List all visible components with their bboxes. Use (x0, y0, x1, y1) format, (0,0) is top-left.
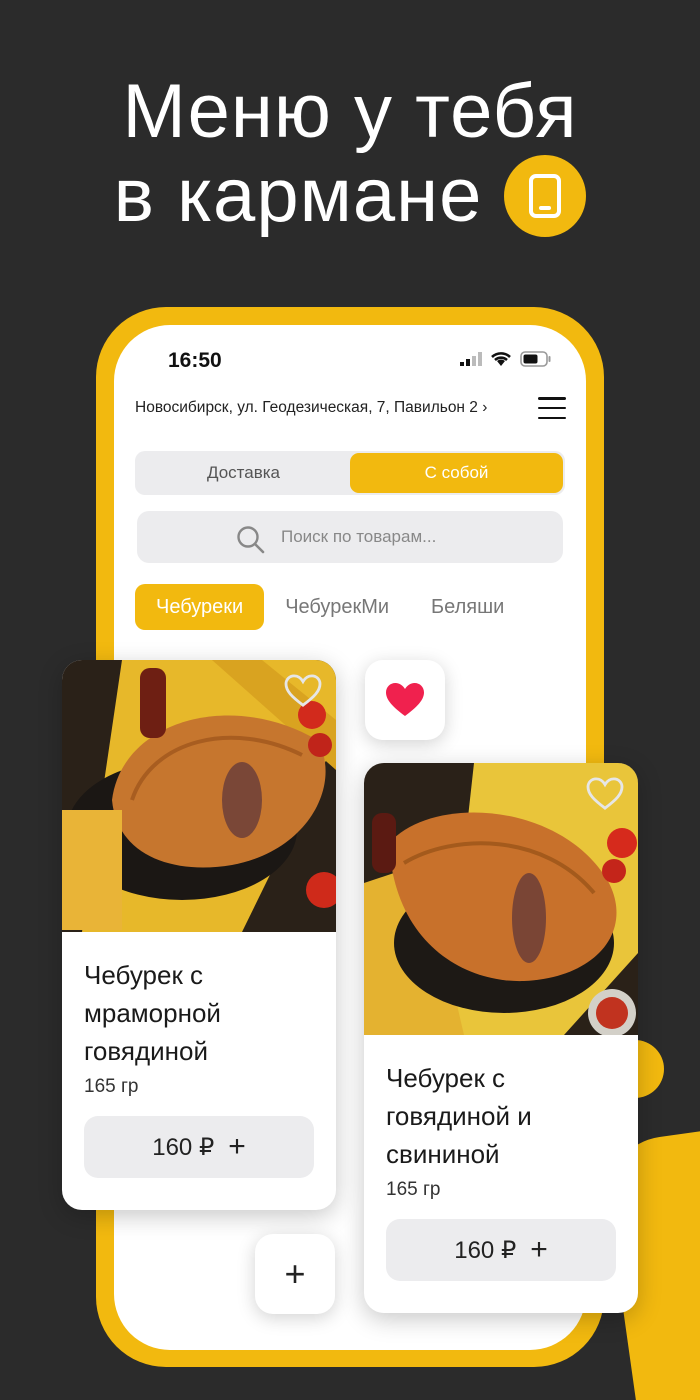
headline-line-2: в кармане (113, 153, 483, 238)
plus-icon: + (284, 1253, 306, 1294)
category-belyashi[interactable]: Беляши (410, 584, 525, 630)
product-photo (62, 660, 336, 932)
product-photo (364, 763, 638, 1035)
signal-icon (460, 352, 482, 366)
product-weight: 165 гр (84, 1076, 139, 1097)
headline-line-1: Меню у тебя (122, 69, 578, 154)
address-selector[interactable]: Новосибирск, ул. Геодезическая, 7, Павил… (135, 399, 487, 417)
search-icon (237, 526, 265, 554)
heart-outline-icon[interactable] (586, 777, 624, 811)
product-price: 160 ₽ (152, 1133, 215, 1161)
phone-icon (504, 155, 587, 237)
product-weight: 165 гр (386, 1179, 441, 1200)
tab-delivery[interactable]: Доставка (137, 453, 350, 493)
product-title: Чебурек с мраморной говядиной (84, 960, 221, 1066)
battery-icon (520, 351, 551, 367)
product-price: 160 ₽ (454, 1236, 517, 1264)
product-title: Чебурек с говядиной и свининой (386, 1063, 532, 1169)
add-to-cart-button[interactable]: 160 ₽ + (84, 1116, 314, 1178)
tab-pickup[interactable]: С собой (350, 453, 563, 493)
headline: Меню у тебя в кармане (0, 70, 700, 238)
add-to-cart-button[interactable]: 160 ₽ + (386, 1219, 616, 1281)
status-time: 16:50 (168, 349, 222, 372)
product-card[interactable]: Чебурек с мраморной говядиной 165 гр 160… (62, 660, 336, 1210)
add-button[interactable]: + (255, 1234, 335, 1314)
order-mode-switch: Доставка С собой (135, 451, 565, 495)
heart-icon (386, 683, 424, 716)
category-cheburekmi[interactable]: ЧебурекМи (264, 584, 410, 630)
category-chebureki[interactable]: Чебуреки (135, 584, 265, 630)
search-placeholder: Поиск по товарам... (281, 527, 437, 546)
category-tabs: Чебуреки ЧебурекМи Беляши (135, 584, 525, 630)
menu-icon[interactable] (538, 397, 566, 419)
heart-outline-icon[interactable] (284, 674, 322, 708)
plus-icon: + (530, 1233, 548, 1266)
status-icons (460, 351, 552, 367)
plus-icon: + (228, 1130, 246, 1163)
search-input[interactable]: Поиск по товарам... (137, 511, 563, 563)
favorite-button[interactable] (365, 660, 445, 740)
wifi-icon (491, 352, 511, 366)
product-card[interactable]: Чебурек с говядиной и свининой 165 гр 16… (364, 763, 638, 1313)
